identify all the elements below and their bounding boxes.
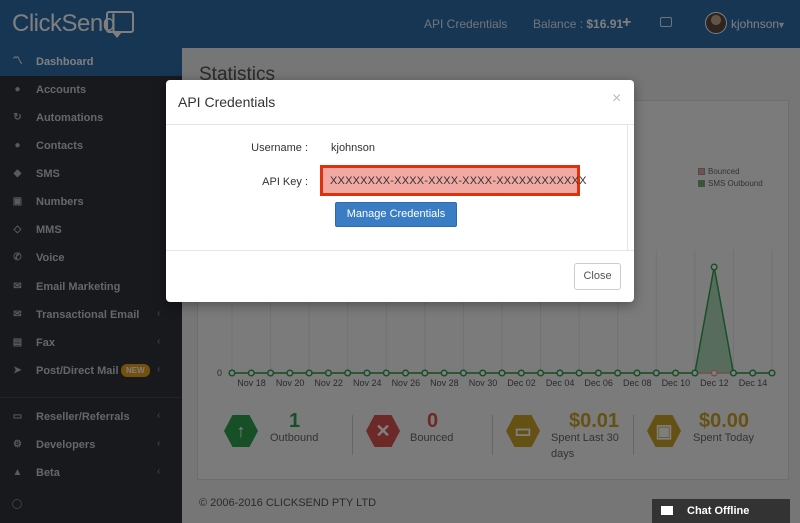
modal-footer-divider [166, 250, 634, 251]
modal-header-divider [166, 124, 634, 125]
close-button[interactable]: Close [574, 263, 621, 290]
api-credentials-modal: API Credentials × Username : kjohnson AP… [166, 80, 634, 302]
username-label: Username : [251, 142, 308, 154]
close-icon[interactable]: × [612, 90, 621, 108]
modal-scrollbar[interactable] [627, 125, 633, 250]
chat-offline-button[interactable]: Chat Offline [652, 499, 790, 523]
api-key-label: API Key : [262, 176, 308, 188]
api-key-highlight[interactable]: XXXXXXXX-XXXX-XXXX-XXXX-XXXXXXXXXXXX [320, 165, 586, 196]
api-key-value: XXXXXXXX-XXXX-XXXX-XXXX-XXXXXXXXXXXX [330, 175, 587, 187]
username-value: kjohnson [331, 142, 376, 154]
envelope-icon [661, 506, 673, 515]
modal-title: API Credentials [178, 94, 276, 110]
chat-offline-label: Chat Offline [687, 505, 750, 517]
manage-credentials-button[interactable]: Manage Credentials [335, 202, 457, 227]
